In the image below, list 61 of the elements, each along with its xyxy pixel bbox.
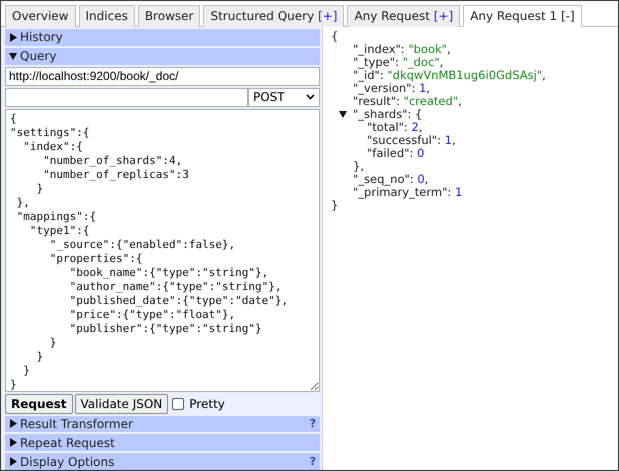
json-comma: , — [440, 56, 444, 69]
tab[interactable]: Browser — [138, 5, 200, 27]
section-header[interactable]: Repeat Request — [5, 434, 320, 452]
pretty-label: Pretty — [189, 396, 225, 411]
json-brace: } — [331, 199, 338, 212]
json-value: 0 — [417, 173, 425, 186]
json-comma: , — [542, 69, 546, 82]
url-field[interactable]: http://localhost:9200/book/_doc/ — [5, 66, 320, 86]
method-select[interactable]: POST — [248, 88, 320, 106]
json-key: "_shards": — [353, 108, 416, 121]
json-key: "_seq_no": — [353, 173, 418, 186]
path-field[interactable] — [5, 88, 248, 106]
expanded-triangle-icon[interactable] — [339, 110, 347, 119]
json-comma: , — [446, 43, 451, 56]
collapsed-triangle-icon[interactable] — [9, 419, 17, 428]
section-header[interactable]: Result Transformer ? — [5, 416, 320, 432]
json-value: 1 — [454, 186, 462, 199]
json-key: "total": — [367, 121, 412, 134]
expanded-triangle-icon[interactable] — [9, 52, 17, 61]
pretty-checkbox[interactable] — [172, 398, 184, 410]
json-comma: , — [458, 95, 462, 108]
tab[interactable]: Structured Query [+] — [203, 5, 344, 27]
help-link[interactable]: ? — [310, 417, 316, 430]
json-key: "failed": — [367, 147, 417, 160]
json-value: "created" — [404, 95, 458, 108]
request-button[interactable]: Request — [5, 394, 73, 414]
tab[interactable]: Indices — [78, 5, 135, 27]
collapsed-triangle-icon[interactable] — [9, 438, 17, 448]
chevron-down-icon — [306, 94, 315, 100]
json-comma: , — [424, 173, 428, 186]
json-key: "_id": — [353, 69, 388, 82]
tab[interactable]: Any Request 1 [-] — [463, 5, 582, 27]
section-header[interactable]: Display Options ? — [5, 453, 320, 470]
tab[interactable]: Overview — [5, 5, 76, 27]
json-key: "successful": — [367, 134, 445, 147]
collapsed-triangle-icon[interactable] — [9, 457, 17, 466]
validate-button[interactable]: Validate JSON — [74, 394, 168, 414]
json-value: 1 — [444, 134, 452, 147]
json-comma: , — [452, 134, 456, 147]
json-key: "_index": — [353, 43, 408, 56]
json-value: "_doc" — [402, 56, 440, 69]
help-link[interactable]: ? — [310, 455, 316, 468]
json-value: { — [415, 108, 422, 121]
json-key: "result": — [353, 95, 404, 108]
json-key: "_primary_term": — [353, 186, 455, 199]
json-value: "book" — [408, 43, 447, 56]
collapsed-triangle-icon[interactable] — [9, 32, 17, 42]
json-comma: , — [418, 121, 422, 134]
section-header[interactable]: Query — [5, 48, 320, 65]
json-value: 2 — [411, 121, 419, 134]
json-value: 0 — [416, 147, 424, 160]
json-key: "_type": — [353, 56, 403, 69]
json-comma: , — [426, 82, 430, 95]
request-body-editor[interactable]: { "settings":{ "index":{ "number_of_shards":4, "number_of_replicas":3 } }, "mappings":{ "type1":{ "_source":{"enabled":false}, "properties":{ "book_name":{"type":"string"}, "author_name":{"type":"string"}, "published_date":{"type":"date"}, "price":{"type":"float"}, "publisher":{"type":"string"} } } } } — [5, 108, 320, 392]
tab[interactable]: Any Request [+] — [347, 5, 460, 27]
json-value: 1 — [418, 82, 426, 95]
json-brace: { — [331, 30, 338, 43]
json-value: "dkqwVnMB1ug6i0GdSAsj" — [387, 69, 542, 82]
json-key: "_version": — [353, 82, 419, 95]
json-brace: }, — [353, 160, 364, 173]
section-header[interactable]: History — [5, 29, 320, 46]
